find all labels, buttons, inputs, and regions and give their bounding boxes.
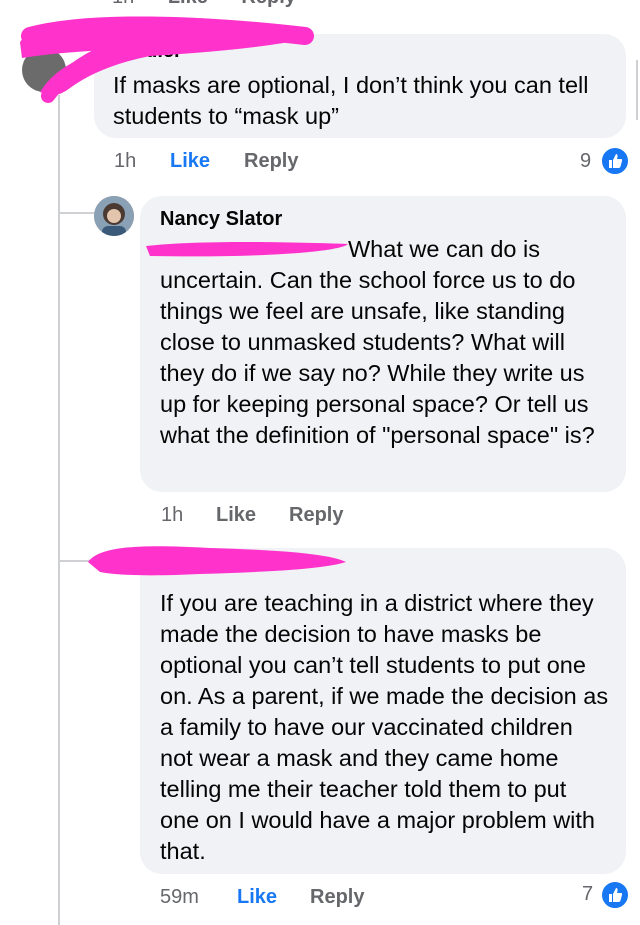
reaction-count[interactable]: 7: [582, 883, 593, 906]
like-reaction-icon: [600, 146, 630, 176]
comment-text: If you are teaching in a district where …: [160, 590, 609, 864]
comment-text: uncertain. Can the school force us to do…: [160, 267, 595, 448]
thread-line-right: [636, 60, 638, 120]
like-reaction-icon: [600, 880, 630, 910]
like-button[interactable]: Like: [237, 886, 277, 909]
thread-connector-1: [58, 212, 94, 214]
redaction-scribble: [88, 546, 346, 576]
comment-time[interactable]: 1h: [161, 504, 183, 527]
comment-time[interactable]: 1h: [114, 150, 136, 173]
redaction-scribble: [146, 242, 348, 257]
reply-button[interactable]: Reply: [289, 504, 343, 527]
redaction-scribble: [20, 16, 314, 103]
comment-bubble: If you are teaching in a district where …: [140, 548, 626, 874]
comment-time[interactable]: 59m: [160, 886, 199, 909]
comment-author[interactable]: Nancy Slator: [160, 208, 282, 231]
reaction-count[interactable]: 9: [580, 150, 591, 173]
reply-button[interactable]: Reply: [244, 150, 298, 173]
thread-line-main: [58, 95, 60, 925]
avatar[interactable]: [94, 196, 134, 236]
like-button[interactable]: Like: [170, 150, 210, 173]
comment-text-first-line: What we can do is: [348, 236, 541, 262]
like-button[interactable]: Like: [216, 504, 256, 527]
reply-button[interactable]: Reply: [310, 886, 364, 909]
